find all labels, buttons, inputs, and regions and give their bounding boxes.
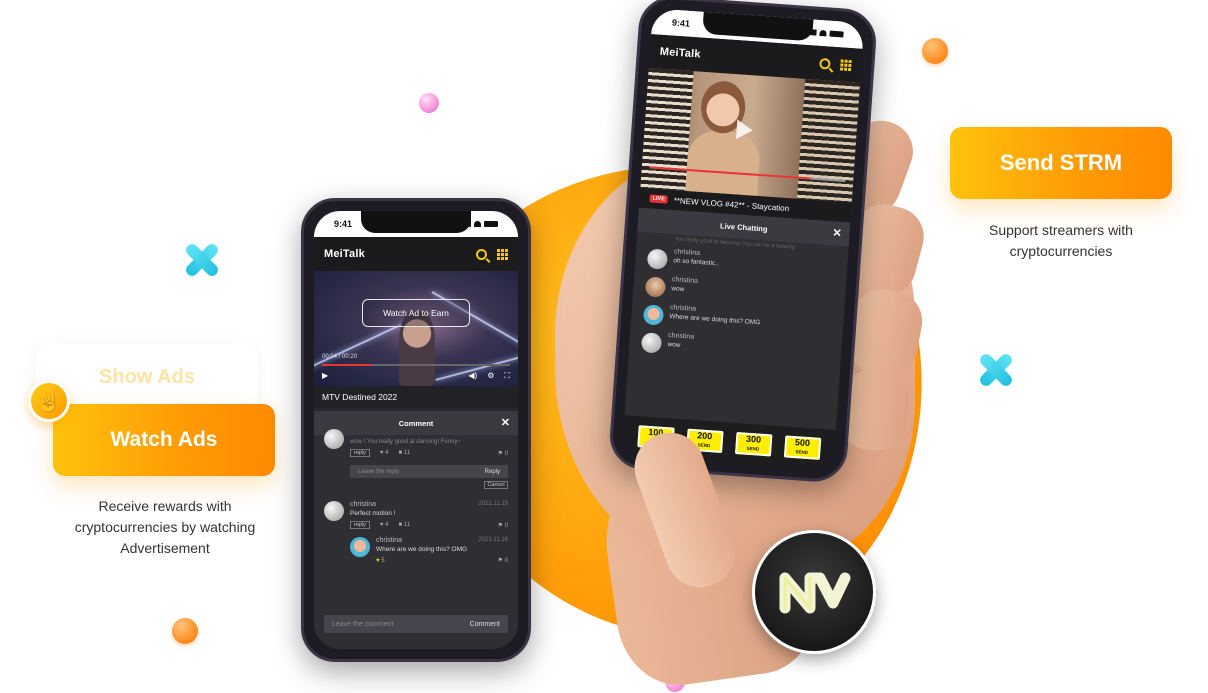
comment-reply-item: christina 2021.11.16 Where are we doing … <box>340 533 518 568</box>
like-count[interactable]: ♥ 4 <box>380 522 389 528</box>
left-phone-screen: 9:41 MeiTalk Watch Ad to Earn 00:04 / 00… <box>314 211 518 649</box>
comment-date: 2021.11.15 <box>478 501 508 507</box>
send-strm-description: Support streamers with cryptocurrencies <box>989 222 1133 259</box>
live-video-player[interactable] <box>640 68 861 203</box>
watch-ads-button[interactable]: Watch Ads <box>53 404 275 476</box>
settings-icon[interactable]: ⚙ <box>487 371 494 381</box>
app-logo[interactable]: MeiTalk <box>659 46 701 61</box>
comment-meta: reply ♥ 4 ■ 11 ⚑ 0 <box>350 521 508 529</box>
status-time: 9:41 <box>334 219 353 229</box>
reply-button[interactable]: Reply <box>485 469 500 475</box>
reply-count[interactable]: ■ 11 <box>399 522 411 528</box>
volume-icon[interactable]: ◀) <box>468 371 477 381</box>
wifi-icon <box>474 221 481 227</box>
avatar <box>324 501 344 521</box>
orange-ball-decoration <box>922 38 948 64</box>
send-strm-button[interactable]: Send STRM <box>950 127 1172 199</box>
ad-video-player[interactable]: Watch Ad to Earn 00:04 / 00:20 ▶ ◀) ⚙ ⛶ <box>314 271 518 386</box>
blue-cross-decoration <box>184 242 220 278</box>
comment-meta: reply ♥ 4 ■ 11 ⚑ 0 <box>350 449 508 457</box>
fullscreen-icon[interactable]: ⛶ <box>504 371 510 381</box>
play-icon[interactable]: ▶ <box>322 371 328 381</box>
cancel-button[interactable]: Cancel <box>484 481 508 489</box>
comment-title: Comment <box>398 418 434 428</box>
live-badge: LIVE <box>649 194 669 204</box>
video-title: MTV Destined 2022 <box>314 386 518 408</box>
stream-title: **NEW VLOG #42** - Staycation <box>673 195 790 213</box>
comment-text: Perfect motion ! <box>350 510 396 517</box>
flag-count[interactable]: ⚑ 0 <box>498 522 508 529</box>
avatar <box>646 248 669 270</box>
send-label: SEND <box>795 449 809 456</box>
battery-icon <box>829 30 844 38</box>
comment-text: Where are we doing this? OMG <box>376 546 468 553</box>
orange-ball-decoration <box>172 618 198 644</box>
comment-item: christina 2021.11.15 Perfect motion ! re… <box>314 497 518 533</box>
reply-tag[interactable]: reply <box>350 449 370 457</box>
send-label: SEND <box>746 445 760 452</box>
app-bar: MeiTalk <box>314 237 518 271</box>
flag-count[interactable]: ⚑ 0 <box>498 450 508 457</box>
close-icon[interactable]: ✕ <box>832 226 842 240</box>
watch-ads-description: Receive rewards with cryptocurrencies by… <box>74 498 256 556</box>
search-icon[interactable] <box>476 248 487 260</box>
reply-tag[interactable]: reply <box>350 521 370 529</box>
live-chat-panel: Live Chatting ✕ You really good at danci… <box>621 207 851 470</box>
avatar <box>640 332 663 354</box>
app-logo[interactable]: MeiTalk <box>324 248 365 260</box>
send-500-button[interactable]: 500 SEND <box>783 435 821 460</box>
avatar <box>642 304 665 326</box>
comment-placeholder: Leave the comment <box>332 620 394 628</box>
comment-panel: Comment ✕ wow ! You really good at danci… <box>314 411 518 649</box>
comment-text: wow ! You really good at dancing! Funny~ <box>350 439 461 445</box>
comment-header: Comment ✕ <box>314 411 518 435</box>
video-time: 00:04 / 00:20 <box>322 354 358 360</box>
comment-input[interactable]: Leave the comment Comment <box>324 615 508 633</box>
flag-count[interactable]: ⚑ 0 <box>498 557 508 564</box>
comment-submit-button[interactable]: Comment <box>470 621 500 628</box>
blue-cross-decoration <box>978 352 1014 388</box>
video-progress-bar[interactable] <box>322 364 510 366</box>
wifi-icon <box>819 29 827 37</box>
close-icon[interactable]: ✕ <box>501 416 510 429</box>
battery-icon <box>484 221 498 227</box>
pink-ball-decoration <box>419 93 439 113</box>
right-phone: 9:41 MeiTalk LIVE **NEW VLOG #42** - Sta… <box>607 0 879 484</box>
avatar <box>644 276 667 298</box>
right-phone-screen: 9:41 MeiTalk LIVE **NEW VLOG #42** - Sta… <box>621 8 865 470</box>
like-count[interactable]: ♥ 4 <box>380 450 389 456</box>
video-controls: ▶ ◀) ⚙ ⛶ <box>322 371 510 381</box>
reply-input[interactable]: Leave the reply Reply <box>350 465 508 478</box>
watch-ad-to-earn-button[interactable]: Watch Ad to Earn <box>362 299 470 327</box>
grid-menu-icon[interactable] <box>497 248 508 260</box>
avatar <box>324 429 344 449</box>
nv-logo: NV <box>752 530 876 654</box>
play-icon[interactable] <box>735 119 754 141</box>
ad-touch-icon: ☝ <box>28 380 70 422</box>
comment-meta: ♥ 5 ⚑ 0 <box>376 557 508 565</box>
show-ads-label: Show Ads <box>99 366 195 388</box>
reply-count[interactable]: ■ 11 <box>399 450 411 456</box>
window-blinds <box>796 78 861 203</box>
comment-date: 2021.11.16 <box>478 537 508 543</box>
status-time: 9:41 <box>671 17 691 29</box>
grid-menu-icon[interactable] <box>840 58 852 71</box>
like-count[interactable]: ♥ 5 <box>376 558 385 564</box>
comment-item: wow ! You really good at dancing! Funny~… <box>314 429 518 461</box>
reply-placeholder: Leave the reply <box>358 468 400 475</box>
send-300-button[interactable]: 300 SEND <box>734 431 772 457</box>
phone-notch <box>361 211 471 233</box>
avatar <box>350 537 370 557</box>
live-chat-title: Live Chatting <box>719 220 768 234</box>
search-icon[interactable] <box>819 57 831 70</box>
left-phone: 9:41 MeiTalk Watch Ad to Earn 00:04 / 00… <box>301 198 531 662</box>
